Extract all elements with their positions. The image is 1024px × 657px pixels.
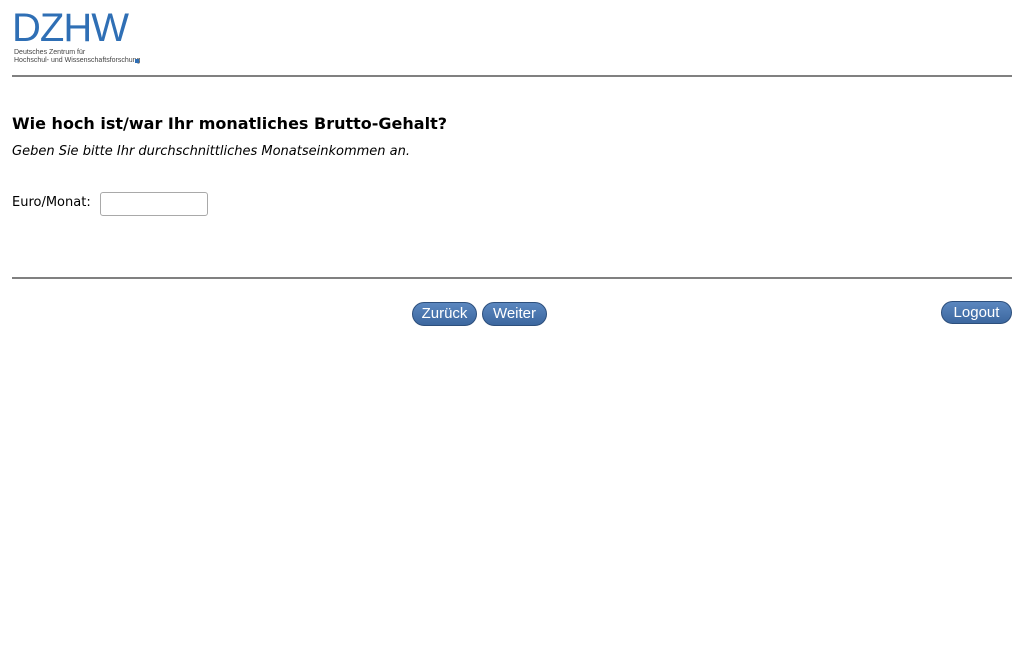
question-hint: Geben Sie bitte Ihr durchschnittliches M… — [12, 144, 410, 159]
logo-subtitle-line1: Deutsches Zentrum für — [14, 49, 86, 56]
next-button[interactable]: Weiter — [482, 302, 547, 326]
back-button[interactable]: Zurück — [412, 302, 477, 326]
logo-square-mark — [135, 59, 139, 63]
question-title: Wie hoch ist/war Ihr monatliches Brutto-… — [12, 114, 448, 133]
header-divider — [12, 75, 1012, 77]
salary-label: Euro/Monat: — [12, 195, 91, 210]
logout-button[interactable]: Logout — [941, 301, 1012, 324]
logo-subtitle-line2: Hochschul- und Wissenschaftsforschung — [14, 57, 141, 64]
logo-wordmark: DZHW — [12, 6, 129, 50]
salary-input[interactable] — [100, 192, 208, 216]
footer-divider — [12, 277, 1012, 279]
dzhw-logo: DZHW Deutsches Zentrum für Hochschul- un… — [12, 8, 152, 68]
